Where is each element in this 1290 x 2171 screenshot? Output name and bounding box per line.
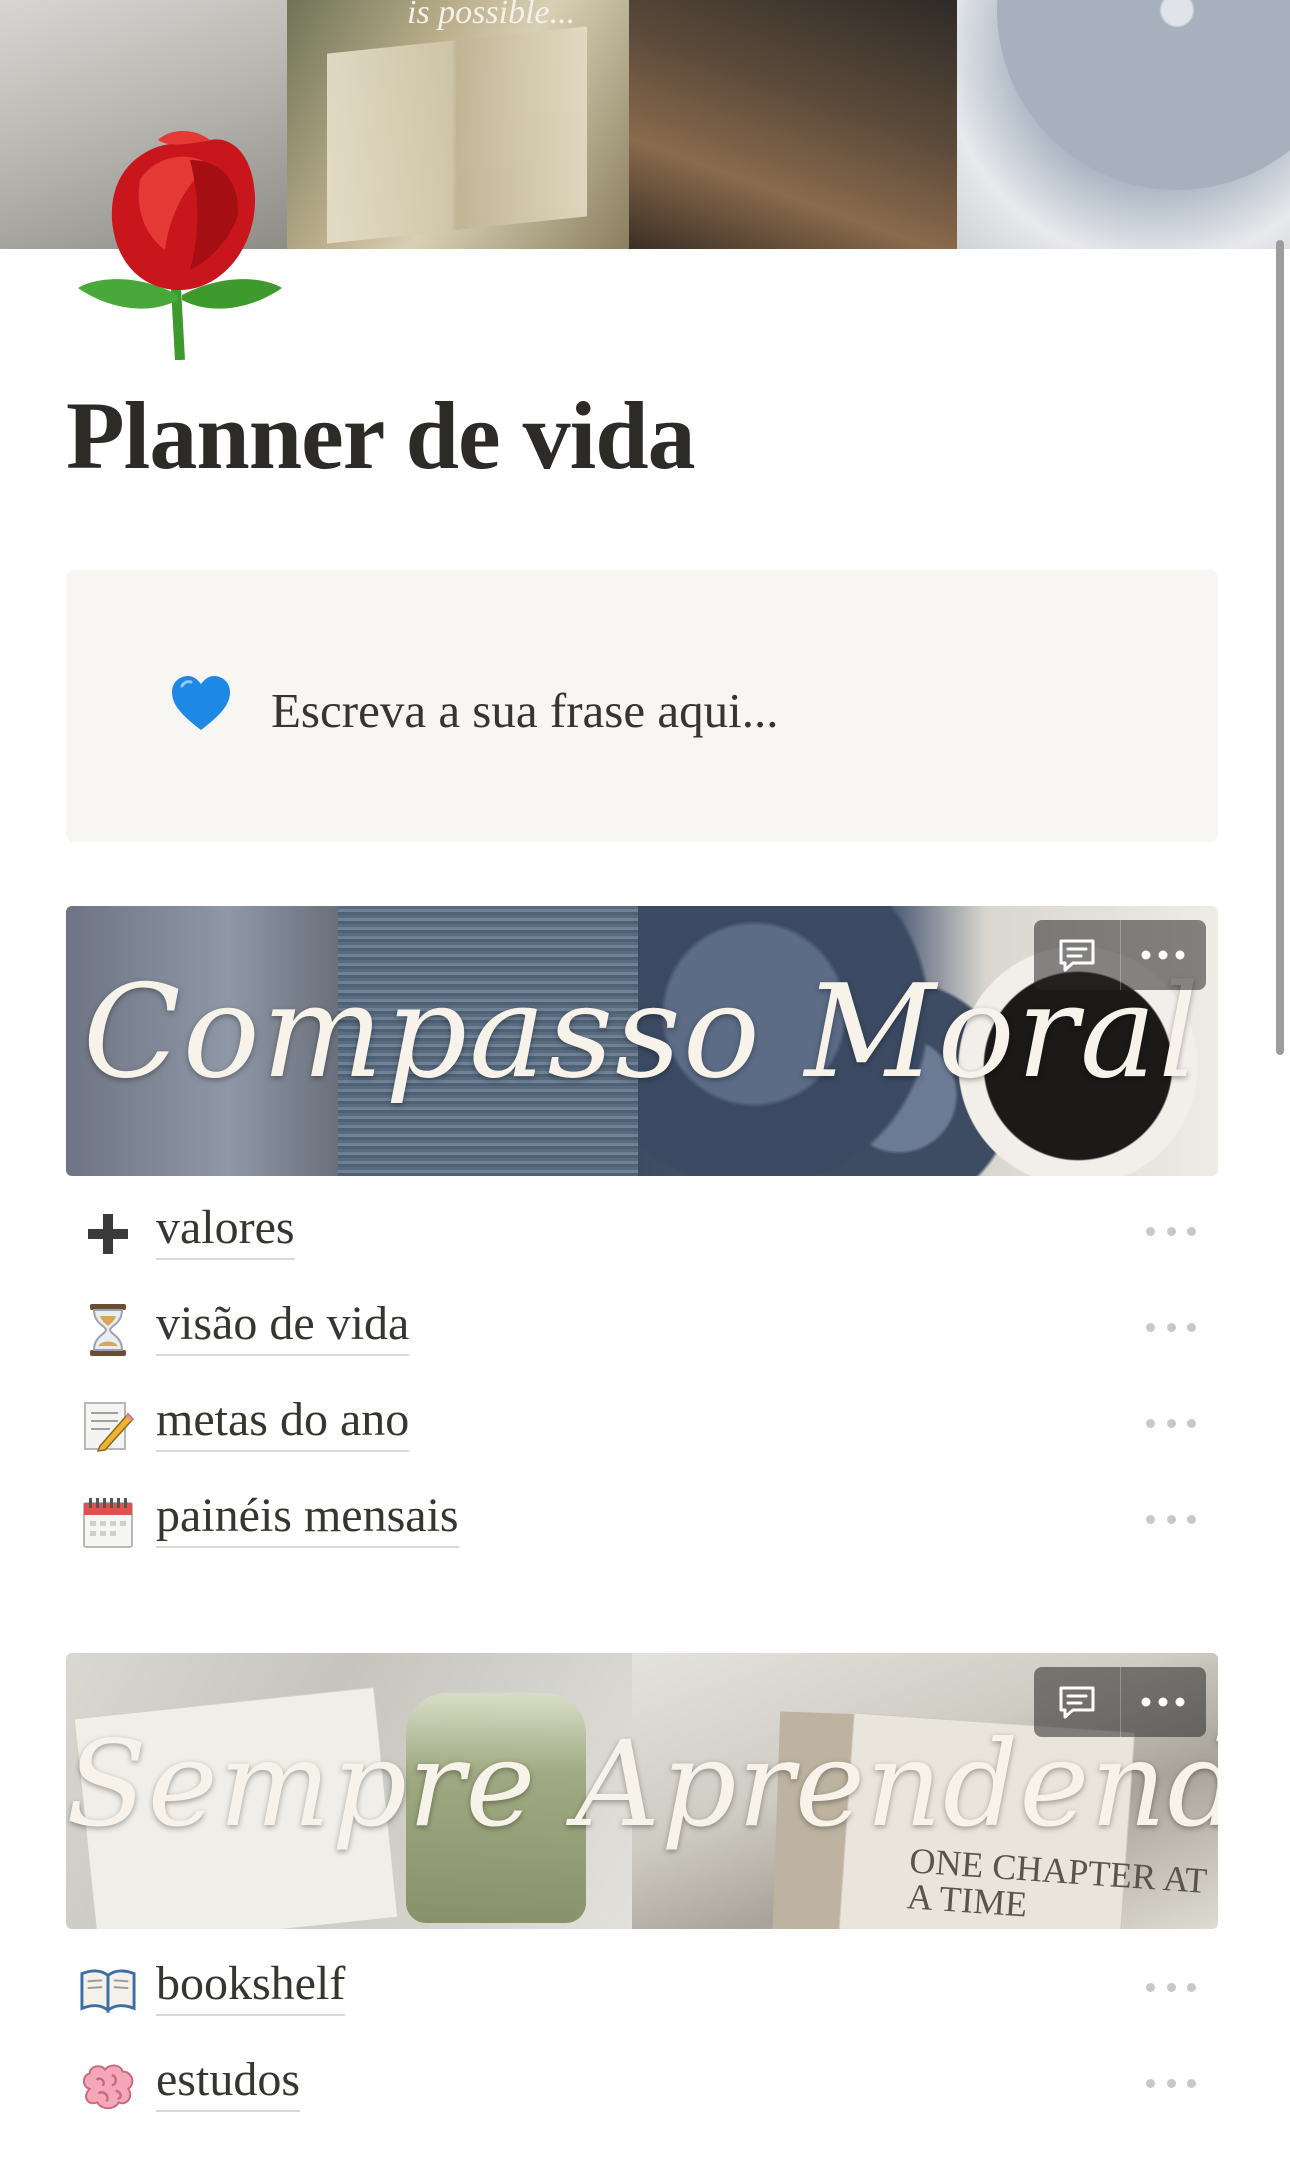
- compasso-moral-banner[interactable]: Compasso Moral: [66, 906, 1218, 1176]
- page-title[interactable]: Planner de vida: [66, 380, 696, 491]
- more-options-button[interactable]: [1146, 1312, 1196, 1342]
- quote-callout[interactable]: Escreva a sua frase aqui...: [66, 570, 1218, 842]
- block-toolbar: [1034, 1667, 1206, 1737]
- more-options-button[interactable]: [1146, 2068, 1196, 2098]
- rose-icon[interactable]: [70, 120, 290, 361]
- plus-icon: [80, 1206, 136, 1262]
- open-book-icon: [80, 1962, 136, 2018]
- cover-panel-book: is possible...: [287, 0, 629, 249]
- vinyl-record: [997, 0, 1290, 190]
- more-options-button[interactable]: [1146, 1972, 1196, 2002]
- page-link-label[interactable]: valores: [156, 1200, 295, 1260]
- hourglass-icon: [80, 1302, 136, 1358]
- page-link-estudos[interactable]: estudos: [66, 2040, 1218, 2130]
- cover-panel-record-player: [957, 0, 1290, 249]
- more-options-button[interactable]: [1119, 1667, 1207, 1737]
- comment-icon: [1059, 1686, 1095, 1719]
- vertical-scrollbar[interactable]: [1276, 240, 1284, 1055]
- page-link-label[interactable]: bookshelf: [156, 1956, 346, 2016]
- more-options-button[interactable]: [1146, 1216, 1196, 1246]
- page-link-label[interactable]: metas do ano: [156, 1392, 410, 1452]
- brain-icon: [80, 2058, 136, 2114]
- more-options-button[interactable]: [1146, 1408, 1196, 1438]
- block-toolbar: [1034, 920, 1206, 990]
- page-link-valores[interactable]: valores: [66, 1188, 1218, 1278]
- page-link-label[interactable]: visão de vida: [156, 1296, 410, 1356]
- page-link-metas-do-ano[interactable]: metas do ano: [66, 1380, 1218, 1470]
- cover-panel-laptop: [629, 0, 957, 249]
- open-book-photo: [327, 26, 587, 244]
- more-options-button[interactable]: [1119, 920, 1207, 990]
- page-link-label[interactable]: painéis mensais: [156, 1488, 459, 1548]
- more-options-button[interactable]: [1146, 1504, 1196, 1534]
- more-horizontal-icon: [1141, 1697, 1185, 1707]
- page-link-visao-de-vida[interactable]: visão de vida: [66, 1284, 1218, 1374]
- callout-text[interactable]: Escreva a sua frase aqui...: [271, 682, 778, 739]
- page-link-bookshelf[interactable]: bookshelf: [66, 1944, 1218, 2034]
- more-horizontal-icon: [1141, 950, 1185, 960]
- notion-page: is possible... Planner de vida Escreva a…: [0, 0, 1290, 2171]
- sempre-aprendendo-banner[interactable]: ONE CHAPTER AT A TIME Sempre Aprendendo: [66, 1653, 1218, 1929]
- comment-button[interactable]: [1034, 1667, 1120, 1737]
- comment-icon: [1059, 939, 1095, 972]
- cover-quote-text: is possible...: [407, 0, 576, 31]
- spiral-calendar-icon: [80, 1494, 136, 1550]
- memo-pencil-icon: [80, 1398, 136, 1454]
- page-link-label[interactable]: estudos: [156, 2052, 300, 2112]
- page-link-paineis-mensais[interactable]: painéis mensais: [66, 1476, 1218, 1566]
- blue-heart-icon[interactable]: [170, 674, 232, 734]
- comment-button[interactable]: [1034, 920, 1120, 990]
